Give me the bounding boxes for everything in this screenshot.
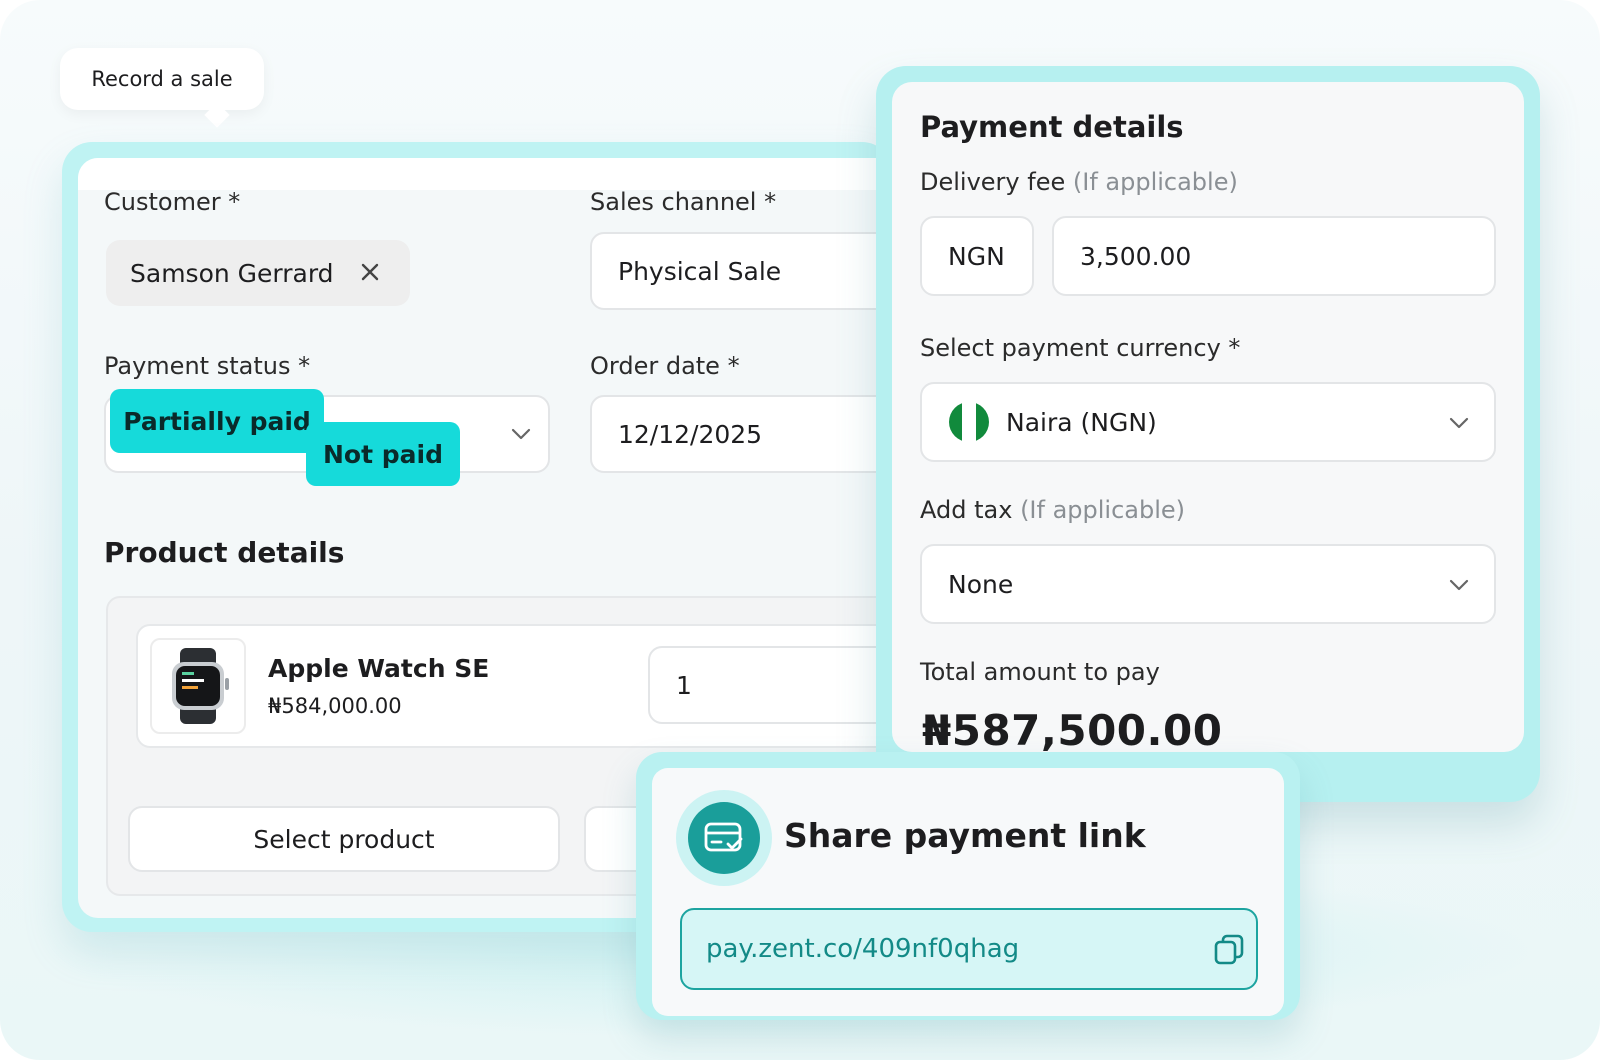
order-date-value: 12/12/2025 [618, 419, 763, 449]
total-amount: ₦587,500.00 [922, 706, 1223, 752]
record-sale-tooltip: Record a sale [60, 48, 264, 110]
chevron-down-icon [1449, 579, 1469, 591]
share-link-card: Share payment link pay.zent.co/409nf0qha… [652, 768, 1284, 1016]
close-icon[interactable] [356, 258, 384, 286]
payment-details-card: Payment details Delivery fee (If applica… [892, 82, 1524, 752]
not-paid-label: Not paid [323, 439, 443, 469]
select-product-button[interactable]: Select product [128, 806, 560, 872]
payment-link-text[interactable]: pay.zent.co/409nf0qhag [706, 934, 1019, 964]
delivery-fee-input[interactable]: 3,500.00 [1052, 216, 1496, 296]
sales-channel-select[interactable]: Physical Sale [590, 232, 892, 310]
payment-status-label: Payment status * [104, 352, 311, 380]
select-product-label: Select product [253, 824, 435, 854]
customer-label: Customer * [104, 188, 241, 216]
chevron-down-icon [1449, 417, 1469, 429]
payment-currency-label: Select payment currency * [920, 334, 1241, 362]
delivery-fee-hint: (If applicable) [1072, 168, 1238, 196]
sales-channel-value: Physical Sale [618, 256, 782, 286]
sales-channel-label: Sales channel * [590, 188, 777, 216]
tax-select[interactable]: None [920, 544, 1496, 624]
tax-hint: (If applicable) [1020, 496, 1186, 524]
order-date-input[interactable]: 12/12/2025 [590, 395, 892, 473]
product-name: Apple Watch SE [268, 654, 490, 683]
product-thumbnail [150, 638, 246, 734]
delivery-fee-label: Delivery fee (If applicable) [920, 168, 1238, 196]
status-option-partially-paid[interactable]: Partially paid [110, 389, 324, 453]
nigeria-flag-icon [949, 402, 989, 442]
quantity-input[interactable]: 1 [648, 646, 892, 724]
tax-value: None [948, 569, 1014, 599]
tooltip-label: Record a sale [91, 67, 233, 91]
total-label: Total amount to pay [920, 658, 1160, 686]
product-details-title: Product details [104, 536, 345, 569]
customer-chip[interactable]: Samson Gerrard [106, 240, 410, 306]
copy-icon[interactable] [1212, 932, 1246, 966]
share-title: Share payment link [784, 816, 1146, 855]
product-price: ₦584,000.00 [268, 694, 402, 718]
payment-currency-value: Naira (NGN) [1006, 407, 1157, 437]
watch-icon [172, 648, 229, 724]
delivery-fee-value: 3,500.00 [1080, 241, 1192, 271]
order-date-label: Order date * [590, 352, 740, 380]
status-option-not-paid[interactable]: Not paid [306, 422, 460, 486]
quantity-value: 1 [676, 670, 692, 700]
tax-label: Add tax (If applicable) [920, 496, 1185, 524]
customer-name: Samson Gerrard [130, 258, 334, 288]
card-top-band [78, 158, 892, 190]
delivery-fee-currency-value: NGN [948, 241, 1005, 271]
chevron-down-icon [511, 428, 531, 440]
card-check-icon [688, 802, 760, 874]
partially-paid-label: Partially paid [123, 406, 311, 436]
payment-details-title: Payment details [920, 110, 1184, 144]
list-item: 1 [136, 624, 892, 748]
payment-link-field[interactable]: pay.zent.co/409nf0qhag [680, 908, 1258, 990]
delivery-fee-currency[interactable]: NGN [920, 216, 1034, 296]
delivery-fee-label-text: Delivery fee [920, 168, 1066, 196]
payment-currency-select[interactable]: Naira (NGN) [920, 382, 1496, 462]
tax-label-text: Add tax [920, 496, 1013, 524]
